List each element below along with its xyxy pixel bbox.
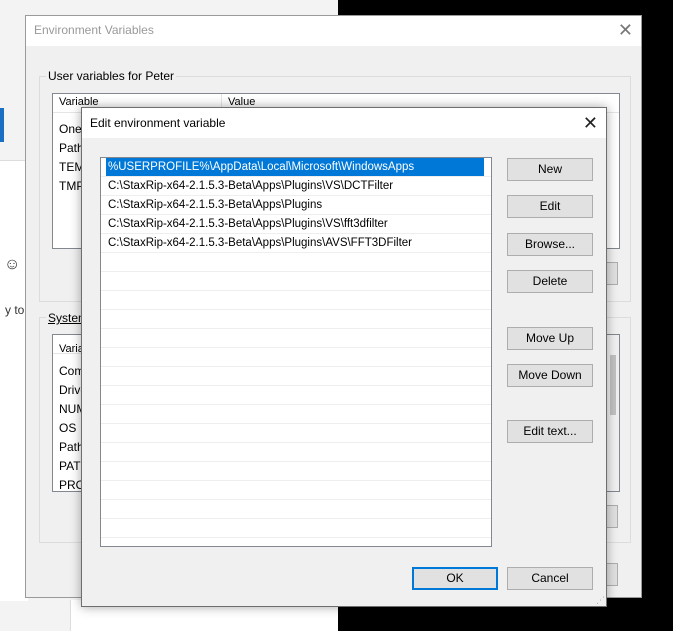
scrollbar-thumb[interactable] (610, 355, 616, 415)
empty-row[interactable] (101, 367, 491, 386)
move-up-button[interactable]: Move Up (507, 327, 593, 350)
empty-row[interactable] (101, 481, 491, 500)
ok-button[interactable]: OK (412, 567, 498, 590)
move-down-button[interactable]: Move Down (507, 364, 593, 387)
empty-row[interactable] (101, 424, 491, 443)
background-pane (0, 160, 28, 601)
env-close-icon[interactable]: ✕ (618, 20, 633, 41)
empty-row[interactable] (101, 443, 491, 462)
env-dialog-title: Environment Variables (34, 23, 154, 37)
user-variables-label: User variables for Peter (46, 69, 177, 83)
env-title-bar: Environment Variables ✕ (26, 16, 641, 46)
delete-button[interactable]: Delete (507, 270, 593, 293)
smiley-icon[interactable]: ☺ (4, 256, 20, 274)
empty-row[interactable] (101, 462, 491, 481)
edit-environment-variable-dialog: Edit environment variable ✕ %USERPROFILE… (81, 107, 607, 607)
close-icon[interactable]: ✕ (583, 113, 598, 134)
empty-row[interactable] (101, 291, 491, 310)
edit-button[interactable]: Edit (507, 195, 593, 218)
system-var-row[interactable]: Path (59, 440, 84, 454)
empty-row[interactable] (101, 519, 491, 538)
edit-dialog-title: Edit environment variable (90, 116, 226, 130)
empty-row[interactable] (101, 500, 491, 519)
empty-row[interactable] (101, 310, 491, 329)
edit-title-bar[interactable]: Edit environment variable ✕ (82, 108, 606, 138)
user-var-row[interactable]: Path (59, 141, 84, 155)
path-list-item[interactable]: C:\StaxRip-x64-2.1.5.3-Beta\Apps\Plugins (101, 196, 491, 215)
new-button[interactable]: New (507, 158, 593, 181)
empty-row[interactable] (101, 538, 491, 546)
system-list-scrollbar[interactable] (607, 335, 619, 491)
empty-row[interactable] (101, 272, 491, 291)
path-list[interactable]: %USERPROFILE%\AppData\Local\Microsoft\Wi… (100, 157, 492, 547)
cancel-button[interactable]: Cancel (507, 567, 593, 590)
path-list-item[interactable]: C:\StaxRip-x64-2.1.5.3-Beta\Apps\Plugins… (101, 234, 491, 253)
path-list-item[interactable]: %USERPROFILE%\AppData\Local\Microsoft\Wi… (101, 158, 491, 177)
empty-row[interactable] (101, 329, 491, 348)
browse-button[interactable]: Browse... (507, 233, 593, 256)
background-accent-tab (0, 108, 4, 142)
path-list-item[interactable]: C:\StaxRip-x64-2.1.5.3-Beta\Apps\Plugins… (101, 177, 491, 196)
user-var-row[interactable]: One (59, 122, 82, 136)
system-var-row[interactable]: OS (59, 421, 76, 435)
empty-row[interactable] (101, 253, 491, 272)
edit-text-button[interactable]: Edit text... (507, 420, 593, 443)
path-list-item[interactable]: C:\StaxRip-x64-2.1.5.3-Beta\Apps\Plugins… (101, 215, 491, 234)
empty-row[interactable] (101, 348, 491, 367)
empty-row[interactable] (101, 405, 491, 424)
resize-grip-icon[interactable]: ⋰ (596, 596, 605, 605)
empty-row[interactable] (101, 386, 491, 405)
